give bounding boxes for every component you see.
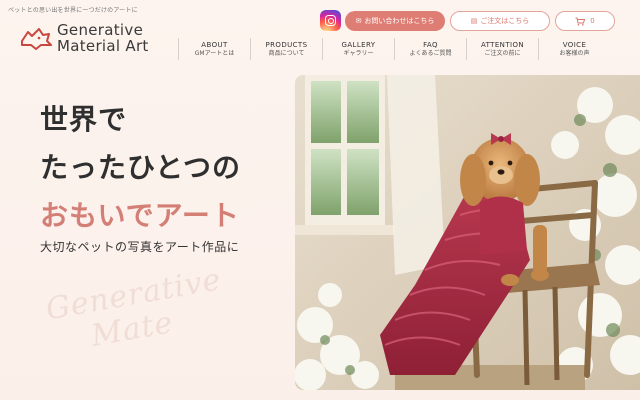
cart-count: 0 <box>590 17 595 25</box>
nav-item-en: GALLERY <box>341 40 376 49</box>
main-nav: ABOUT GMアートとは PRODUCTS 商品について GALLERY ギャ… <box>178 38 610 60</box>
logo-line-1: Generative <box>57 21 144 39</box>
nav-item-attention[interactable]: ATTENTION ご注文の前に <box>466 38 538 60</box>
cart-button[interactable]: 0 <box>555 11 615 31</box>
hero-image <box>295 75 640 390</box>
nav-item-faq[interactable]: FAQ よくあるご質問 <box>394 38 466 60</box>
nav-item-ja: GMアートとは <box>194 49 235 57</box>
hero-subtitle: 大切なペットの写真をアート作品に <box>40 240 240 254</box>
nav-item-ja: お客様の声 <box>559 49 590 57</box>
cart-icon <box>575 17 586 26</box>
site-logo[interactable]: Generative Material Art <box>19 22 149 54</box>
cat-logo-icon <box>21 28 52 50</box>
nav-item-en: FAQ <box>423 40 438 49</box>
nav-item-en: ABOUT <box>201 40 228 49</box>
nav-item-ja: ギャラリー <box>343 49 374 57</box>
nav-item-products[interactable]: PRODUCTS 商品について <box>250 38 322 60</box>
instagram-icon[interactable] <box>320 10 341 31</box>
watermark-text: Generative Mate <box>43 262 229 361</box>
nav-item-ja: 商品について <box>268 49 305 57</box>
nav-item-en: ATTENTION <box>480 40 525 49</box>
nav-item-en: VOICE <box>562 40 587 49</box>
site-tagline: ペットとの思い出を世界に一つだけのアートに <box>8 7 138 14</box>
mail-icon: ✉ <box>355 17 362 25</box>
headline-line-1: 世界で <box>40 103 128 136</box>
nav-item-about[interactable]: ABOUT GMアートとは <box>178 38 250 60</box>
nav-item-en: PRODUCTS <box>265 40 308 49</box>
nav-item-voice[interactable]: VOICE お客様の声 <box>538 38 610 60</box>
nav-item-ja: ご注文の前に <box>484 49 521 57</box>
nav-item-gallery[interactable]: GALLERY ギャラリー <box>322 38 394 60</box>
hero-illustration <box>295 75 640 390</box>
contact-button-label: お問い合わせはこちら <box>364 17 435 25</box>
contact-button[interactable]: ✉ お問い合わせはこちら <box>345 11 445 31</box>
headline-line-2: たったひとつの <box>40 151 242 184</box>
headline-line-3: おもいでアート <box>40 199 240 232</box>
hero-headline: 世界で たったひとつの おもいでアート <box>40 96 241 240</box>
order-button[interactable]: ▤ ご注文はこちら <box>450 11 550 31</box>
nav-item-ja: よくあるご質問 <box>409 49 452 57</box>
logo-line-2: Material Art <box>57 37 149 55</box>
order-button-label: ご注文はこちら <box>480 17 530 25</box>
document-icon: ▤ <box>470 17 478 25</box>
